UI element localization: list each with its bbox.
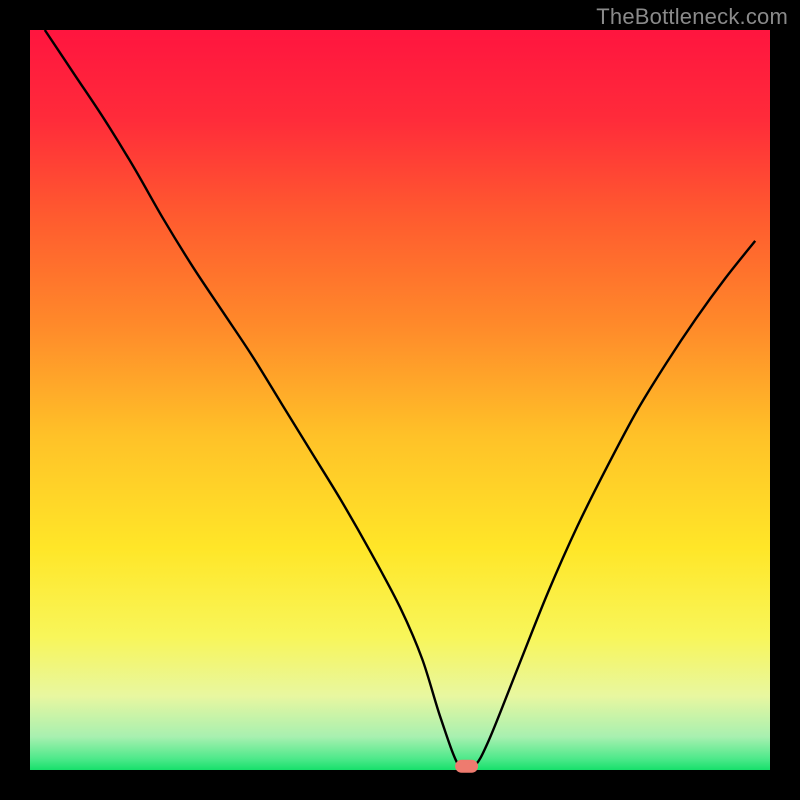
bottleneck-chart (0, 0, 800, 800)
optimal-marker (456, 760, 478, 772)
chart-container: { "watermark": "TheBottleneck.com", "cha… (0, 0, 800, 800)
plot-background (30, 30, 770, 770)
watermark-text: TheBottleneck.com (596, 4, 788, 30)
